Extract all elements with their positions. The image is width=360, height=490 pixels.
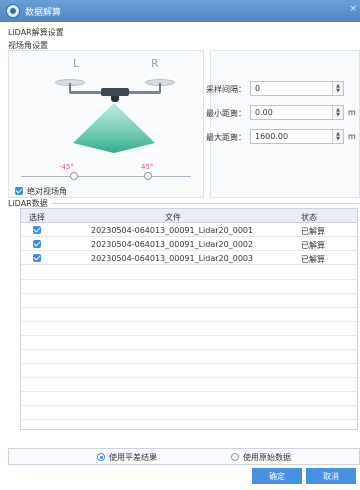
row-checkbox[interactable] <box>33 254 41 262</box>
row-file: 20230504-064013_00091_Lidar20_0003 <box>91 254 254 263</box>
right-angle-label: 45° <box>141 163 154 171</box>
lidar-data-table: 选择 文件 状态 20230504-064013_00091_Lidar20_0… <box>20 208 358 430</box>
absolute-angle-label: 绝对视场角 <box>27 187 67 196</box>
sample-interval-value: 0 <box>255 84 261 93</box>
row-file: 20230504-064013_00091_Lidar20_0002 <box>91 240 254 249</box>
dialog-body: LiDAR解算设置 视场角设置 L R -45° 45° 绝对视场角 采样间隔：… <box>4 22 360 490</box>
result-source-bar: 使用平差结果 使用原始数据 <box>8 448 360 465</box>
row-status: 已解算 <box>301 227 325 236</box>
view-angle-panel: L R -45° 45° 绝对视场角 <box>8 50 204 198</box>
min-distance-value: 0.00 <box>255 108 273 117</box>
table-row[interactable]: 20230504-064013_00091_Lidar20_0003 已解算 <box>21 251 357 265</box>
right-label: R <box>151 57 159 70</box>
column-header-select: 选择 <box>29 213 45 222</box>
row-checkbox[interactable] <box>33 226 41 234</box>
table-row[interactable]: 20230504-064013_00091_Lidar20_0001 已解算 <box>21 223 357 237</box>
column-header-status: 状态 <box>301 213 317 222</box>
empty-row-line <box>21 307 357 308</box>
sample-interval-label: 采样间隔： <box>206 85 246 94</box>
max-distance-value: 1600.00 <box>255 132 289 141</box>
absolute-angle-checkbox[interactable] <box>15 187 23 195</box>
left-angle-handle[interactable] <box>70 172 78 180</box>
max-distance-label: 最大距离： <box>206 133 246 142</box>
right-angle-handle[interactable] <box>144 172 152 180</box>
row-status: 已解算 <box>301 241 325 250</box>
spin-arrows-icon[interactable]: ▲ ▼ <box>332 82 343 95</box>
scan-beam-icon <box>73 103 155 153</box>
use-raw-radio[interactable] <box>231 453 239 461</box>
row-status: 已解算 <box>301 255 325 264</box>
params-panel <box>210 50 360 198</box>
column-header-file: 文件 <box>165 213 181 222</box>
empty-row-line <box>21 293 357 294</box>
sample-interval-input[interactable]: 0 ▲ ▼ <box>250 81 344 96</box>
empty-row-line <box>21 419 357 420</box>
empty-row-line <box>21 321 357 322</box>
angle-slider-track <box>21 176 191 177</box>
row-checkbox[interactable] <box>33 240 41 248</box>
use-raw-label[interactable]: 使用原始数据 <box>243 452 291 463</box>
drone-body-icon <box>101 88 129 96</box>
empty-row-line <box>21 405 357 406</box>
cancel-button[interactable]: 取消 <box>306 468 356 484</box>
title-bar: 数据解算 × <box>0 0 360 22</box>
row-file: 20230504-064013_00091_Lidar20_0001 <box>91 226 254 235</box>
empty-row-line <box>21 279 357 280</box>
left-angle-label: -45° <box>59 163 74 171</box>
use-adjusted-label[interactable]: 使用平差结果 <box>109 452 157 463</box>
spin-arrows-icon[interactable]: ▲ ▼ <box>332 106 343 119</box>
min-distance-label: 最小距离： <box>206 109 246 118</box>
min-distance-unit: m <box>348 108 356 117</box>
lidar-settings-heading: LiDAR解算设置 <box>8 27 67 38</box>
use-adjusted-radio[interactable] <box>97 453 105 461</box>
max-distance-unit: m <box>348 132 356 141</box>
close-icon[interactable]: × <box>349 4 357 14</box>
min-distance-input[interactable]: 0.00 ▲ ▼ <box>250 105 344 120</box>
spin-arrows-icon[interactable]: ▲ ▼ <box>332 130 343 143</box>
window-title: 数据解算 <box>25 7 62 18</box>
ok-button[interactable]: 确定 <box>252 468 302 484</box>
empty-row-line <box>21 391 357 392</box>
table-row[interactable]: 20230504-064013_00091_Lidar20_0002 已解算 <box>21 237 357 251</box>
empty-row-line <box>21 363 357 364</box>
table-header: 选择 文件 状态 <box>21 209 357 223</box>
empty-row-line <box>21 335 357 336</box>
max-distance-input[interactable]: 1600.00 ▲ ▼ <box>250 129 344 144</box>
section-divider <box>44 203 360 204</box>
app-icon <box>6 4 20 18</box>
empty-row-line <box>21 349 357 350</box>
left-label: L <box>73 57 80 70</box>
empty-row-line <box>21 377 357 378</box>
